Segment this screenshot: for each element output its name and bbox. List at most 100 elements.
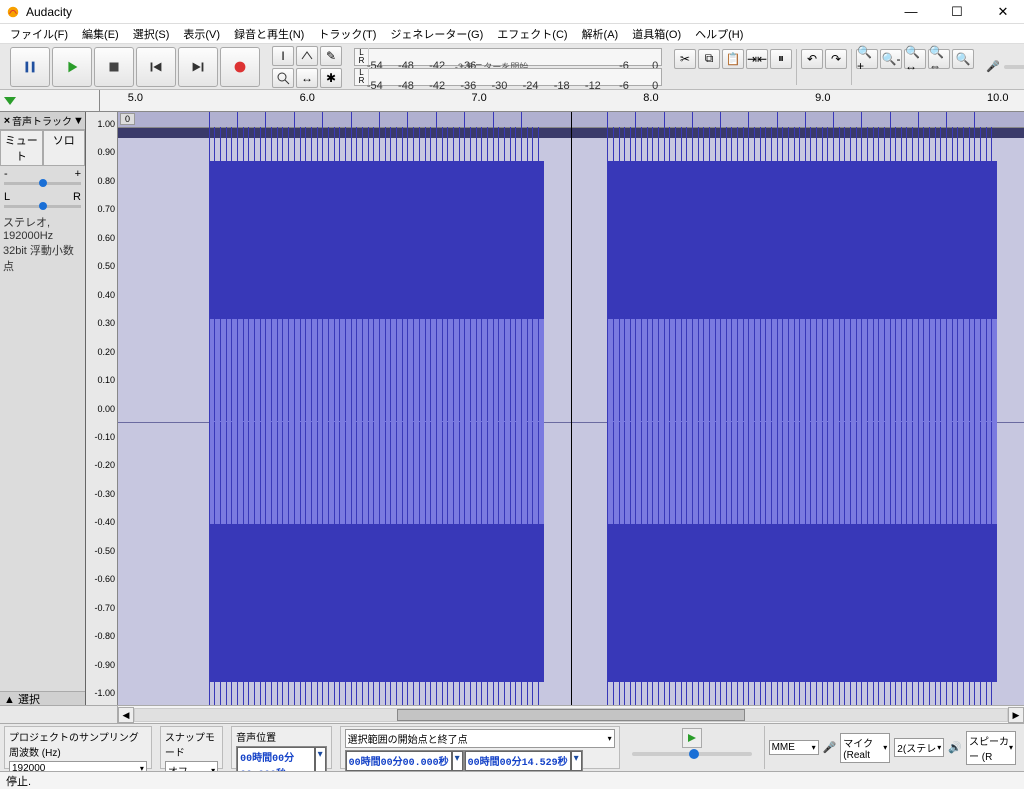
menu-generate[interactable]: ジェネレーター(G) [384,24,489,44]
timeline-scale[interactable]: 5.06.07.08.09.010.0 [100,90,1024,111]
snap-label: スナップモード [165,729,218,759]
playback-meter[interactable]: LR -54-48-42-36-30-24-18-12-60 [354,68,662,86]
track-format-info: ステレオ, 192000Hz 32bit 浮動小数点 [0,212,85,276]
menu-help[interactable]: ヘルプ(H) [689,24,749,44]
zoom-toggle-button[interactable]: 🔍 [952,49,974,69]
undo-button[interactable]: ↶ [801,49,823,69]
selection-mode-select[interactable]: 選択範囲の開始点と終了点 [345,729,615,748]
audio-host-select[interactable]: MME [769,740,819,755]
clip-title[interactable]: 0 [120,113,135,125]
silence-button[interactable]: ⏸ [770,49,792,69]
toolbar-row: I ✎ ↔ ✱ LR -3 モニターを開始 -54-48-42-36-60 LR… [0,44,1024,90]
timeline-ruler[interactable]: 5.06.07.08.09.010.0 [0,90,1024,112]
mute-button[interactable]: ミュート [0,130,43,166]
track-close-button[interactable]: × [2,115,12,127]
fit-selection-button[interactable]: 🔍↔ [904,49,926,69]
menu-select[interactable]: 選択(S) [127,24,176,44]
multi-tool-button[interactable]: ✱ [320,68,342,88]
tracks-area: × 音声トラック ▼ ミュート ソロ -+ LR ステレオ, 192000Hz … [0,112,1024,705]
project-rate-group: プロジェクトのサンプリング周波数 (Hz) 192000 [4,726,152,769]
pause-button[interactable] [10,47,50,87]
track-control-panel: × 音声トラック ▼ ミュート ソロ -+ LR ステレオ, 192000Hz … [0,112,86,705]
cut-button[interactable]: ✂ [674,49,696,69]
menu-analyze[interactable]: 解析(A) [576,24,625,44]
zoom-tool-button[interactable] [272,68,294,88]
menu-bar: ファイル(F) 編集(E) 選択(S) 表示(V) 録音と再生(N) トラック(… [0,24,1024,44]
play-button[interactable] [52,47,92,87]
play-head-icon[interactable] [4,97,16,105]
waveform-area[interactable]: 0 [118,112,1024,705]
meter-toolbar: LR -3 モニターを開始 -54-48-42-36-60 LR -54-48-… [354,48,662,86]
separator [796,49,797,85]
track-header[interactable]: × 音声トラック ▼ [0,112,85,130]
recording-meter[interactable]: LR -3 モニターを開始 -54-48-42-36-60 [354,48,662,66]
status-bar: 停止. [0,771,1024,789]
timeline-gutter [0,90,100,111]
mixer-toolbar: 🎤 🔊 [986,60,1024,73]
minimize-button[interactable]: — [896,4,926,20]
recording-volume-slider[interactable] [1004,65,1024,69]
copy-button[interactable]: ⧉ [698,49,720,69]
selection-start-field[interactable]: 00時間00分00.000秒 [346,751,452,771]
playback-device-select[interactable]: スピーカー (R [966,731,1016,765]
horizontal-scrollbar[interactable]: ◀ ▶ [118,706,1024,723]
edit-toolbar: ✂ ⧉ 📋 ⇥⇤ ⏸ ↶ ↷ 🔍+ 🔍- 🔍↔ 🔍⇔ 🔍 [674,49,974,85]
speaker-device-icon: 🔊 [948,741,962,754]
solo-button[interactable]: ソロ [43,130,86,166]
device-toolbar: MME 🎤 マイク (Realt 2(ステレ 🔊 スピーカー (R [764,726,1020,769]
project-rate-label: プロジェクトのサンプリング周波数 (Hz) [9,729,147,759]
menu-transport[interactable]: 録音と再生(N) [228,24,310,44]
menu-tools[interactable]: 道具箱(O) [626,24,687,44]
transport-toolbar [10,47,260,87]
pan-slider[interactable]: LR [0,189,85,212]
selection-toolbar: プロジェクトのサンプリング周波数 (Hz) 192000 スナップモード オフ … [0,723,1024,771]
zoom-in-button[interactable]: 🔍+ [856,49,878,69]
playback-speed-slider[interactable] [632,752,752,756]
record-button[interactable] [220,47,260,87]
tools-toolbar: I ✎ ↔ ✱ [272,46,342,88]
track-menu-button[interactable]: ▼ [73,115,83,127]
skip-end-button[interactable] [178,47,218,87]
maximize-button[interactable]: ☐ [942,4,972,20]
paste-button[interactable]: 📋 [722,49,744,69]
menu-effect[interactable]: エフェクト(C) [491,24,573,44]
status-text: 停止. [6,776,31,788]
track-collapse-button[interactable]: ▲ 選択 [0,691,85,705]
timeshift-tool-button[interactable]: ↔ [296,68,318,88]
audio-position-group: 音声位置 00時間00分00.000秒▾ [231,726,332,769]
track-name[interactable]: 音声トラック [12,113,73,128]
trim-button[interactable]: ⇥⇤ [746,49,768,69]
title-bar: Audacity — ☐ ✕ [0,0,1024,24]
selection-tool-button[interactable]: I [272,46,294,66]
app-logo-icon [6,5,20,19]
selection-group: 選択範囲の開始点と終了点 00時間00分00.000秒▾ 00時間00分14.5… [340,726,620,769]
draw-tool-button[interactable]: ✎ [320,46,342,66]
zoom-out-button[interactable]: 🔍- [880,49,902,69]
audio-position-label: 音声位置 [236,729,327,744]
separator [851,49,852,85]
gain-slider[interactable]: -+ [0,166,85,189]
scroll-left-button[interactable]: ◀ [118,707,134,723]
mic-slider-icon: 🎤 [986,60,1000,73]
menu-edit[interactable]: 編集(E) [76,24,125,44]
envelope-tool-button[interactable] [296,46,318,66]
close-button[interactable]: ✕ [988,4,1018,20]
snap-group: スナップモード オフ [160,726,223,769]
fit-project-button[interactable]: 🔍⇔ [928,49,950,69]
selection-end-field[interactable]: 00時間00分14.529秒 [465,751,571,771]
recording-channels-select[interactable]: 2(ステレ [894,738,944,757]
scroll-right-button[interactable]: ▶ [1008,707,1024,723]
horizontal-scrollbar-row: ◀ ▶ [0,705,1024,723]
skip-start-button[interactable] [136,47,176,87]
recording-device-select[interactable]: マイク (Realt [840,733,890,763]
play-at-speed-button[interactable] [682,728,702,748]
mic-device-icon: 🎤 [823,741,837,754]
redo-button[interactable]: ↷ [825,49,847,69]
stop-button[interactable] [94,47,134,87]
menu-tracks[interactable]: トラック(T) [312,24,382,44]
menu-view[interactable]: 表示(V) [177,24,226,44]
menu-file[interactable]: ファイル(F) [4,24,74,44]
window-title: Audacity [26,5,896,19]
play-at-speed-toolbar [628,726,756,769]
amplitude-ruler: 1.000.900.800.700.600.500.400.300.200.10… [86,112,118,705]
